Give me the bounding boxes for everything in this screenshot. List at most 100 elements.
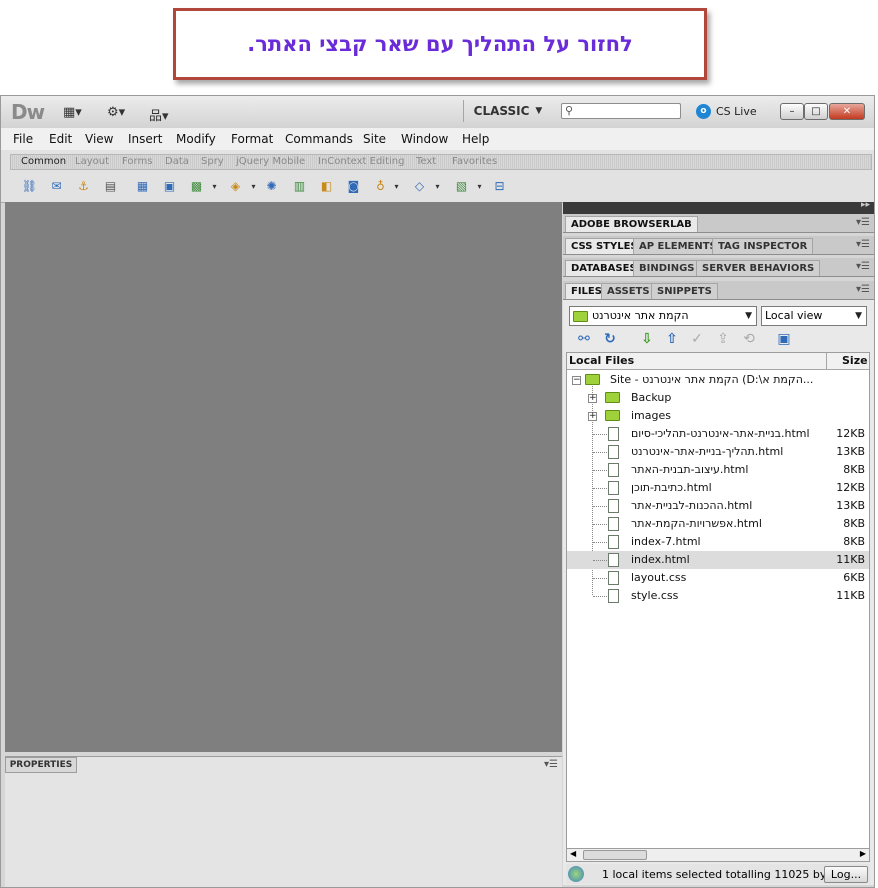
cs-live-button[interactable]: o CS Live [696,104,757,119]
panel-options-icon[interactable]: ▾☰ [856,261,870,272]
script-dropdown-icon[interactable]: ▾ [429,179,446,194]
panel-options-icon[interactable]: ▾☰ [856,217,870,228]
file-row[interactable]: תהליך-בניית-אתר-אינטרנט.html 13KB [567,443,869,461]
horizontal-rule-icon[interactable]: ▤ [102,179,119,194]
minimize-button[interactable]: – [780,103,804,120]
tab-spry[interactable]: Spry [201,156,224,167]
layout-menu-icon[interactable]: ▦▾ [63,105,82,120]
div-icon[interactable]: ▣ [161,179,178,194]
tab-bindings[interactable]: BINDINGS [633,260,701,276]
tab-server-behaviors[interactable]: SERVER BEHAVIORS [696,260,821,276]
put-files-icon[interactable]: ⇧ [663,330,681,348]
tab-layout[interactable]: Layout [75,156,109,167]
close-button[interactable]: ✕ [829,103,865,120]
widget-icon[interactable]: ✺ [263,179,280,194]
panel-options-icon[interactable]: ▾☰ [856,239,870,250]
media-icon[interactable]: ◈ [227,179,244,194]
workspace-switcher[interactable]: CLASSIC ▼ [463,100,552,122]
templates-icon[interactable]: ▧ [453,179,470,194]
menu-file[interactable]: File [13,132,33,146]
maximize-button[interactable]: □ [804,103,828,120]
file-row[interactable]: אפשרויות-הקמת-אתר.html 8KB [567,515,869,533]
synchronize-icon[interactable]: ⟲ [740,330,758,348]
document-area[interactable] [5,202,562,752]
tab-forms[interactable]: Forms [122,156,152,167]
named-anchor-icon[interactable]: ⚓ [75,179,92,194]
tab-adobe-browserlab[interactable]: ADOBE BROWSERLAB [565,216,698,232]
file-row[interactable]: layout.css 6KB [567,569,869,587]
menu-edit[interactable]: Edit [49,132,72,146]
tab-snippets[interactable]: SNIPPETS [651,283,718,299]
menu-commands[interactable]: Commands [285,132,353,146]
column-size[interactable]: Size [842,354,868,367]
menu-format[interactable]: Format [231,132,273,146]
menu-site[interactable]: Site [363,132,386,146]
connect-icon[interactable]: ⚯ [575,330,593,348]
panel-options-icon[interactable]: ▾☰ [856,284,870,295]
site-sitemap-icon[interactable]: 品▾ [149,105,169,124]
tab-common[interactable]: Common [21,156,66,167]
get-files-icon[interactable]: ⇩ [638,330,656,348]
image-dropdown-icon[interactable]: ▾ [206,179,223,194]
comment-icon[interactable]: ◙ [345,179,362,194]
extend-gear-icon[interactable]: ⚙▾ [107,105,125,120]
tab-assets[interactable]: ASSETS [601,283,656,299]
table-icon[interactable]: ▦ [134,179,151,194]
tab-ap-elements[interactable]: AP ELEMENTS [633,238,723,254]
scroll-right-icon[interactable]: ▶ [860,849,866,858]
email-link-icon[interactable]: ✉ [48,179,65,194]
file-row[interactable]: בניית-אתר-אינטרנט-תהליכי-סיום.html 12KB [567,425,869,443]
menu-insert[interactable]: Insert [128,132,162,146]
check-in-icon[interactable]: ⇪ [714,330,732,348]
head-icon[interactable]: ♁ [372,179,389,194]
tag-chooser-icon[interactable]: ⊟ [491,179,508,194]
tab-text[interactable]: Text [416,156,436,167]
scroll-left-icon[interactable]: ◀ [570,849,576,858]
file-row[interactable]: עיצוב-תבנית-האתר.html 8KB [567,461,869,479]
media-dropdown-icon[interactable]: ▾ [245,179,262,194]
expand-panel-icon[interactable]: ▣ [775,330,793,348]
file-row[interactable]: index-7.html 8KB [567,533,869,551]
script-icon[interactable]: ◇ [411,179,428,194]
site-root-row[interactable]: − Site - הקמת אתר אינטרנט (D:\הקמת א... [567,371,869,389]
tab-tag-inspector[interactable]: TAG INSPECTOR [712,238,814,254]
menu-window[interactable]: Window [401,132,448,146]
hyperlink-icon[interactable]: ⛓ [21,179,38,194]
view-select[interactable]: Local view ▼ [761,306,867,326]
tab-data[interactable]: Data [165,156,189,167]
collapse-icon[interactable]: ▸▸ [861,200,870,210]
file-row[interactable]: ההכנות-לבניית-אתר.html 13KB [567,497,869,515]
column-local-files[interactable]: Local Files [569,354,634,367]
expand-icon[interactable]: + [588,412,597,421]
folder-row[interactable]: + Backup [567,389,869,407]
scroll-thumb[interactable] [583,850,647,860]
menu-view[interactable]: View [85,132,113,146]
file-size: 8KB [843,463,865,476]
properties-tab[interactable]: PROPERTIES [5,757,77,773]
folder-row[interactable]: + images [567,407,869,425]
server-include-icon[interactable]: ◧ [318,179,335,194]
panel-options-icon[interactable]: ▾☰ [544,759,558,770]
menu-help[interactable]: Help [462,132,489,146]
search-input[interactable]: ⚲ [561,103,681,119]
tab-incontext-editing[interactable]: InContext Editing [318,156,404,167]
expand-icon[interactable]: + [588,394,597,403]
horizontal-scrollbar[interactable]: ◀ ▶ [566,848,870,862]
tab-jquery-mobile[interactable]: jQuery Mobile [236,156,305,167]
file-row-selected[interactable]: index.html 11KB [567,551,869,569]
head-dropdown-icon[interactable]: ▾ [388,179,405,194]
refresh-icon[interactable]: ↻ [601,330,619,348]
file-row[interactable]: style.css 11KB [567,587,869,605]
collapse-icon[interactable]: − [572,376,581,385]
image-icon[interactable]: ▩ [188,179,205,194]
log-button[interactable]: Log... [824,866,868,883]
templates-dropdown-icon[interactable]: ▾ [471,179,488,194]
tab-css-styles[interactable]: CSS STYLES [565,238,644,254]
date-icon[interactable]: ▥ [291,179,308,194]
menu-modify[interactable]: Modify [176,132,216,146]
file-row[interactable]: כתיבת-תוכן.html 12KB [567,479,869,497]
tab-favorites[interactable]: Favorites [452,156,497,167]
site-select[interactable]: הקמת אתר אינטרנט ▼ [569,306,757,326]
tab-databases[interactable]: DATABASES [565,260,643,276]
check-out-icon[interactable]: ✓ [688,330,706,348]
